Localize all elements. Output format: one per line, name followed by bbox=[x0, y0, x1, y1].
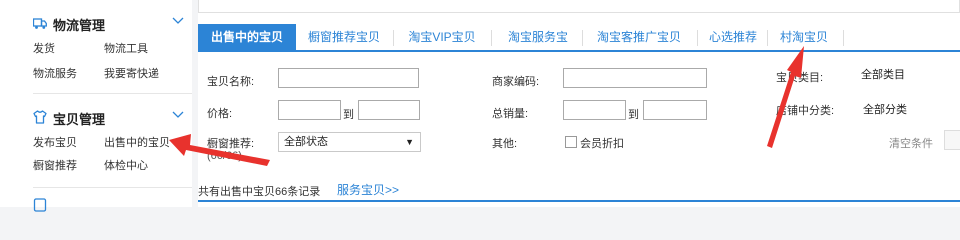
tab-curated[interactable]: 心选推荐 bbox=[703, 24, 763, 50]
sidebar-link-ship[interactable]: 发货 bbox=[33, 40, 55, 56]
sidebar-link-health-check[interactable]: 体检中心 bbox=[104, 157, 148, 173]
price-label: 价格: bbox=[207, 108, 233, 120]
tab-bar: 出售中的宝贝 橱窗推荐宝贝 淘宝VIP宝贝 淘宝服务宝 淘宝客推广宝贝 心选推荐… bbox=[198, 24, 960, 52]
tab-separator bbox=[697, 30, 698, 46]
service-items-link[interactable]: 服务宝贝>> bbox=[337, 181, 399, 198]
category-label: 宝贝类目: bbox=[776, 72, 824, 84]
merchant-code-input[interactable] bbox=[563, 68, 707, 88]
sidebar-link-window-recommend[interactable]: 橱窗推荐 bbox=[33, 157, 77, 173]
shop-category-select[interactable]: 全部分类 bbox=[858, 101, 960, 121]
sidebar-group-items: 宝贝管理 发布宝贝 出售中的宝贝 橱窗推荐 体检中心 bbox=[33, 102, 192, 182]
tab-separator bbox=[582, 30, 583, 46]
window-status-value: 全部状态 bbox=[284, 136, 328, 148]
sidebar-group-title: 宝贝管理 bbox=[53, 112, 106, 127]
category-select[interactable]: 全部类目 bbox=[856, 66, 960, 86]
window-recommend-label: 橱窗推荐: bbox=[207, 138, 255, 150]
tab-taobaoke-items[interactable]: 淘宝客推广宝贝 bbox=[587, 24, 691, 50]
table-header-line bbox=[198, 200, 960, 202]
top-panel bbox=[198, 0, 960, 13]
item-name-input[interactable] bbox=[278, 68, 419, 88]
category-select-value: 全部类目 bbox=[861, 69, 905, 81]
merchant-code-label: 商家编码: bbox=[492, 76, 540, 88]
tab-service-items[interactable]: 淘宝服务宝 bbox=[499, 24, 577, 50]
sidebar-link-items-on-sale[interactable]: 出售中的宝贝 bbox=[104, 134, 170, 150]
tab-vip-items[interactable]: 淘宝VIP宝贝 bbox=[401, 24, 483, 50]
tab-window-recommend[interactable]: 橱窗推荐宝贝 bbox=[302, 24, 386, 50]
sidebar-link-send-express[interactable]: 我要寄快递 bbox=[104, 65, 159, 81]
chevron-down-icon[interactable] bbox=[172, 111, 184, 119]
member-discount-label: 会员折扣 bbox=[580, 138, 624, 150]
price-max-input[interactable] bbox=[358, 100, 420, 120]
truck-icon bbox=[33, 18, 47, 29]
chevron-down-icon[interactable] bbox=[172, 17, 184, 25]
clear-conditions-button[interactable]: 清空条件 bbox=[889, 135, 933, 151]
sidebar-group-title: 物流管理 bbox=[53, 18, 106, 33]
tab-items-on-sale[interactable]: 出售中的宝贝 bbox=[198, 24, 296, 50]
item-name-label: 宝贝名称: bbox=[207, 76, 255, 88]
member-discount-checkbox[interactable] bbox=[565, 136, 577, 148]
sales-max-input[interactable] bbox=[643, 100, 707, 120]
dropdown-arrow-icon: ▼ bbox=[405, 137, 414, 147]
tab-separator bbox=[767, 30, 768, 46]
main-panel: 出售中的宝贝 橱窗推荐宝贝 淘宝VIP宝贝 淘宝服务宝 淘宝客推广宝贝 心选推荐… bbox=[198, 0, 960, 207]
record-count-summary: 共有出售中宝贝66条记录 bbox=[198, 186, 321, 198]
tab-village-items[interactable]: 村淘宝贝 bbox=[771, 24, 837, 50]
window-status-select[interactable]: 全部状态 ▼ bbox=[278, 132, 421, 152]
shirt-icon bbox=[33, 110, 47, 124]
doc-icon bbox=[33, 198, 47, 212]
sidebar-link-logistics-tools[interactable]: 物流工具 bbox=[104, 40, 148, 56]
sidebar-group-header[interactable]: 物流管理 bbox=[33, 8, 192, 38]
sales-to-label: 到 bbox=[628, 109, 639, 121]
price-to-label: 到 bbox=[343, 109, 354, 121]
sidebar-link-publish-item[interactable]: 发布宝贝 bbox=[33, 134, 77, 150]
shop-category-label: 店铺中分类: bbox=[776, 105, 835, 117]
sidebar-group-header[interactable]: 宝贝管理 bbox=[33, 102, 192, 132]
sidebar-group-logistics: 物流管理 发货 物流工具 物流服务 我要寄快递 bbox=[33, 8, 192, 88]
tab-separator bbox=[843, 30, 844, 46]
shop-category-select-value: 全部分类 bbox=[863, 104, 907, 116]
sidebar-divider bbox=[33, 93, 192, 94]
other-label: 其他: bbox=[492, 138, 518, 150]
total-sales-label: 总销量: bbox=[492, 108, 529, 120]
tab-separator bbox=[393, 30, 394, 46]
sidebar: 物流管理 发货 物流工具 物流服务 我要寄快递 宝贝管理 发布宝贝 出售中的宝贝… bbox=[0, 0, 192, 212]
sidebar-link-logistics-service[interactable]: 物流服务 bbox=[33, 65, 77, 81]
tab-separator bbox=[491, 30, 492, 46]
price-min-input[interactable] bbox=[278, 100, 341, 120]
search-button-partial[interactable] bbox=[944, 130, 960, 150]
sidebar-divider bbox=[33, 187, 192, 188]
window-count: (66/66) bbox=[207, 150, 242, 162]
sales-min-input[interactable] bbox=[563, 100, 626, 120]
